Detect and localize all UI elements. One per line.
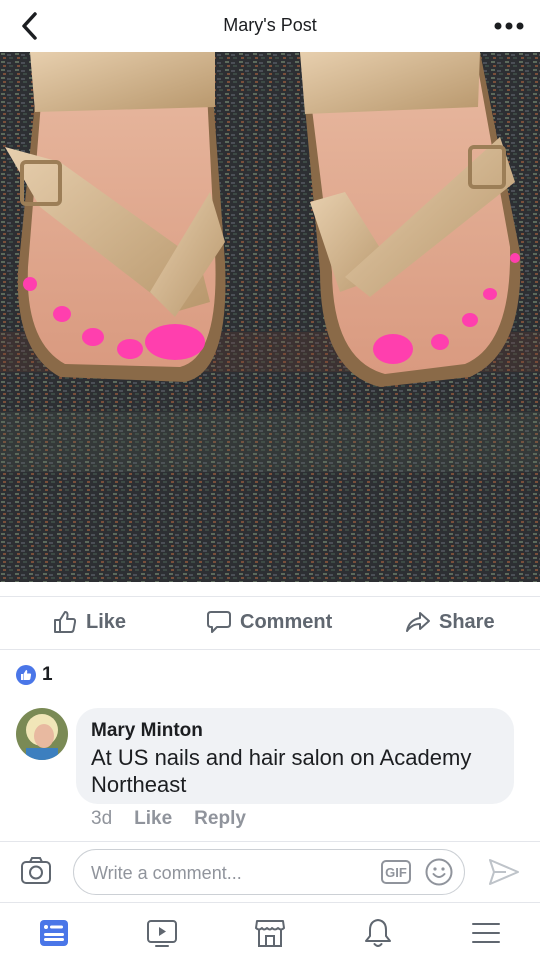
tab-marketplace[interactable]: [254, 917, 286, 949]
comment-like-link[interactable]: Like: [134, 808, 172, 830]
comment-input[interactable]: [89, 861, 373, 885]
comment-input-box: GIF: [73, 849, 465, 895]
watch-icon: [147, 920, 177, 947]
tab-watch[interactable]: [146, 917, 178, 949]
camera-icon: [21, 857, 51, 884]
smiley-icon: [425, 858, 453, 886]
avatar[interactable]: [16, 708, 68, 760]
gif-button[interactable]: GIF: [381, 860, 411, 884]
user-avatar-image: [16, 708, 68, 760]
reaction-summary[interactable]: 1: [16, 664, 53, 686]
like-badge-icon: [16, 665, 36, 685]
camera-button[interactable]: [20, 856, 52, 891]
comment-meta: 3d Like Reply: [91, 808, 268, 830]
send-arrow-icon: [489, 859, 519, 885]
tab-news-feed[interactable]: [38, 917, 70, 949]
comment-label: Comment: [240, 610, 333, 633]
page-title: Mary's Post: [223, 15, 317, 35]
reaction-count: 1: [42, 664, 53, 685]
notifications-icon: [365, 919, 391, 947]
comment-button[interactable]: Comment: [206, 609, 332, 635]
post-action-bar: Like Comment Share: [0, 596, 540, 650]
bottom-tab-bar: [0, 902, 540, 961]
thumbs-up-icon: [54, 611, 77, 633]
share-button[interactable]: Share: [405, 609, 495, 635]
share-label: Share: [439, 610, 495, 633]
news-feed-icon: [40, 920, 68, 946]
menu-icon: [472, 923, 500, 943]
like-label: Like: [86, 610, 127, 633]
top-bar: Mary's Post: [0, 0, 540, 53]
comment-text: At US nails and hair salon on Academy No…: [91, 745, 472, 797]
feet-sandals-image: [0, 52, 540, 582]
tab-notifications[interactable]: [362, 917, 394, 949]
comment-bubble-icon: [207, 611, 231, 633]
tab-menu[interactable]: [470, 917, 502, 949]
comment-reply-link[interactable]: Reply: [194, 808, 246, 830]
send-button[interactable]: [488, 858, 520, 891]
marketplace-icon: [255, 920, 285, 947]
emoji-button[interactable]: [424, 857, 454, 892]
post-photo[interactable]: [0, 52, 540, 582]
comment-composer: GIF: [0, 841, 540, 902]
comment-author[interactable]: Mary Minton: [91, 720, 203, 742]
share-arrow-icon: [406, 612, 430, 632]
more-options-button[interactable]: [492, 14, 526, 38]
comment-timestamp: 3d: [91, 808, 113, 829]
comment-bubble: Mary Minton At US nails and hair salon o…: [76, 708, 514, 804]
like-button[interactable]: Like: [52, 609, 126, 635]
more-dots-icon: [494, 22, 524, 30]
